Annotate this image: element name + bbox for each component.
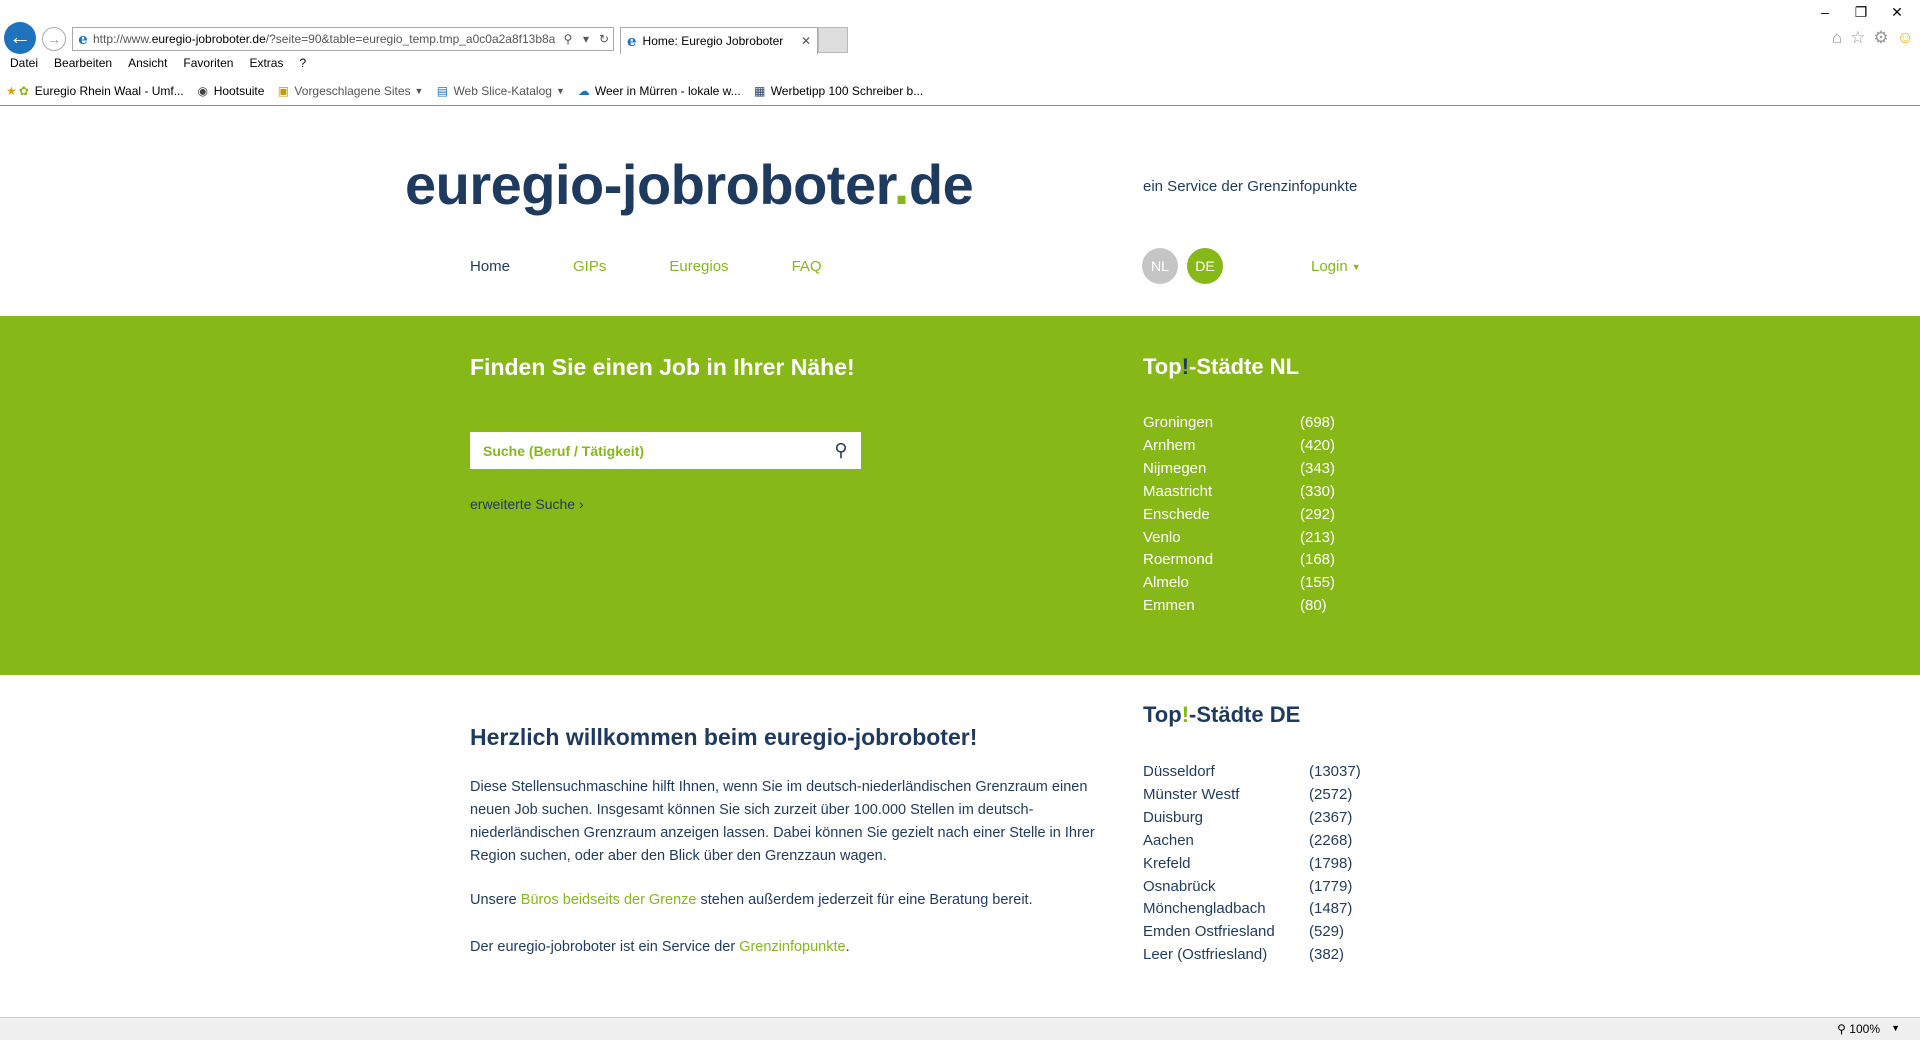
chevron-down-icon[interactable]: ▼ bbox=[1891, 1023, 1900, 1033]
city-row[interactable]: Arnhem (420) bbox=[1143, 435, 1335, 458]
nav-gips[interactable]: GIPs bbox=[573, 258, 606, 275]
new-tab-button[interactable] bbox=[818, 27, 848, 53]
city-row[interactable]: Osnabrück (1779) bbox=[1143, 876, 1361, 899]
address-url[interactable]: http://www.euregio-jobroboter.de/?seite=… bbox=[93, 32, 559, 46]
minimize-icon[interactable]: – bbox=[1810, 4, 1840, 20]
menu-extras[interactable]: Extras bbox=[249, 56, 283, 76]
city-row[interactable]: Mönchengladbach (1487) bbox=[1143, 898, 1361, 921]
site-tagline: ein Service der Grenzinfopunkte bbox=[1143, 178, 1358, 195]
menu-ansicht[interactable]: Ansicht bbox=[128, 56, 167, 76]
city-row[interactable]: Almelo (155) bbox=[1143, 572, 1335, 595]
tab-close-icon[interactable]: ✕ bbox=[801, 34, 817, 48]
fav-web-slice[interactable]: ▤ Web Slice-Katalog ▼ bbox=[435, 84, 565, 98]
lang-de-button[interactable]: DE bbox=[1187, 248, 1223, 284]
weather-icon: ☁ bbox=[577, 84, 590, 98]
home-icon[interactable]: ⌂ bbox=[1832, 28, 1842, 48]
zoom-icon: ⚲ bbox=[1837, 1022, 1850, 1036]
settings-gear-icon[interactable]: ⚙ bbox=[1873, 28, 1888, 48]
web-page: euregio-jobroboter.de ein Service der Gr… bbox=[0, 106, 1920, 1017]
favorites-star-icon[interactable]: ☆ bbox=[1850, 28, 1865, 48]
welcome-heading: Herzlich willkommen beim euregio-jobrobo… bbox=[470, 724, 978, 750]
main-nav: Home GIPs Euregios FAQ bbox=[470, 258, 885, 275]
intro-paragraph: Diese Stellensuchmaschine hilft Ihnen, w… bbox=[470, 779, 1095, 864]
offices-link[interactable]: Büros beidseits der Grenze bbox=[521, 892, 697, 908]
city-row[interactable]: Emden Ostfriesland (529) bbox=[1143, 921, 1361, 944]
forward-button[interactable]: → bbox=[42, 27, 66, 51]
city-row[interactable]: Venlo (213) bbox=[1143, 527, 1335, 550]
city-row[interactable]: Groningen (698) bbox=[1143, 412, 1335, 435]
city-row[interactable]: Roermond (168) bbox=[1143, 549, 1335, 572]
tab-title: Home: Euregio Jobroboter bbox=[642, 34, 784, 48]
tab-home[interactable]: e Home: Euregio Jobroboter ✕ bbox=[620, 27, 818, 54]
city-row[interactable]: Krefeld (1798) bbox=[1143, 853, 1361, 876]
back-button[interactable]: ← bbox=[4, 22, 36, 54]
status-bar: ⚲ 100% ▼ bbox=[0, 1017, 1920, 1040]
city-row[interactable]: Maastricht (330) bbox=[1143, 481, 1335, 504]
city-row[interactable]: Aachen (2268) bbox=[1143, 830, 1361, 853]
nav-faq[interactable]: FAQ bbox=[792, 258, 822, 275]
service-paragraph: Der euregio-jobroboter ist ein Service d… bbox=[470, 939, 850, 955]
top-cities-de-list: Düsseldorf (13037) Münster Westf (2572) Du… bbox=[1143, 761, 1361, 967]
feedback-smiley-icon[interactable]: ☺ bbox=[1897, 28, 1914, 48]
address-search-icon[interactable]: ⚲ bbox=[559, 32, 577, 46]
leaf-icon: ✿ bbox=[18, 84, 29, 98]
search-icon[interactable]: ⚲ bbox=[821, 440, 861, 461]
site-logo[interactable]: euregio-jobroboter.de bbox=[405, 152, 974, 217]
fav-suggested-sites[interactable]: ▣ Vorgeschlagene Sites ▼ bbox=[276, 84, 424, 98]
lang-nl-button[interactable]: NL bbox=[1142, 248, 1178, 284]
menu-bar: Datei Bearbeiten Ansicht Favoriten Extra… bbox=[0, 56, 322, 76]
login-dropdown[interactable]: Login ▼ bbox=[1311, 258, 1361, 275]
nav-euregios[interactable]: Euregios bbox=[669, 258, 728, 275]
web-slice-icon: ▤ bbox=[436, 84, 449, 98]
fav-euregio-rhein-waal[interactable]: ✿ Euregio Rhein Waal - Umf... bbox=[17, 84, 184, 98]
chevron-down-icon: ▼ bbox=[1351, 262, 1361, 273]
grenzinfopunkte-link[interactable]: Grenzinfopunkte bbox=[739, 939, 845, 955]
offices-paragraph: Unsere Büros beidseits der Grenze stehen… bbox=[470, 892, 1033, 908]
city-row[interactable]: Duisburg (2367) bbox=[1143, 807, 1361, 830]
fav-werbetipp[interactable]: ▦ Werbetipp 100 Schreiber b... bbox=[753, 84, 923, 98]
tab-ie-icon: e bbox=[627, 32, 637, 50]
fav-hootsuite[interactable]: ◉ Hootsuite bbox=[196, 84, 264, 98]
city-row[interactable]: Düsseldorf (13037) bbox=[1143, 761, 1361, 784]
hero-title: Finden Sie einen Job in Ihrer Nähe! bbox=[470, 354, 855, 380]
city-row[interactable]: Leer (Ostfriesland) (382) bbox=[1143, 944, 1361, 967]
menu-favoriten[interactable]: Favoriten bbox=[183, 56, 233, 76]
owl-icon: ◉ bbox=[197, 84, 208, 98]
city-row[interactable]: Nijmegen (343) bbox=[1143, 458, 1335, 481]
address-dropdown-icon[interactable]: ▾ bbox=[577, 32, 595, 46]
close-window-icon[interactable]: ✕ bbox=[1882, 4, 1912, 21]
chevron-down-icon: ▼ bbox=[555, 86, 565, 96]
browser-toolbar-icons: ⌂ ☆ ⚙ ☺ bbox=[1832, 28, 1914, 48]
werbetipp-icon: ▦ bbox=[754, 84, 766, 98]
menu-datei[interactable]: Datei bbox=[10, 56, 38, 76]
advanced-search-link[interactable]: erweiterte Suche › bbox=[470, 496, 584, 512]
favorites-bar: ★ ✿ Euregio Rhein Waal - Umf... ◉ Hootsu… bbox=[0, 80, 935, 102]
suggested-sites-icon: ▣ bbox=[277, 84, 290, 98]
ie-logo-icon: e bbox=[78, 30, 88, 48]
fav-weer-murren[interactable]: ☁ Weer in Mürren - lokale w... bbox=[577, 84, 741, 98]
add-favorite-star-icon[interactable]: ★ bbox=[6, 84, 17, 98]
menu-help[interactable]: ? bbox=[299, 56, 306, 76]
top-cities-de-title: Top!-Städte DE bbox=[1143, 702, 1301, 727]
restore-icon[interactable]: ❐ bbox=[1846, 4, 1876, 21]
nav-home[interactable]: Home bbox=[470, 258, 510, 275]
city-row[interactable]: Emmen (80) bbox=[1143, 595, 1335, 618]
job-search-input[interactable] bbox=[470, 432, 821, 469]
menu-bearbeiten[interactable]: Bearbeiten bbox=[54, 56, 112, 76]
top-cities-nl-title: Top!-Städte NL bbox=[1143, 354, 1300, 379]
chevron-down-icon: ▼ bbox=[414, 86, 424, 96]
top-cities-nl-list: Groningen (698) Arnhem (420) Nijmegen (343)… bbox=[1143, 412, 1335, 618]
city-row[interactable]: Enschede (292) bbox=[1143, 504, 1335, 527]
zoom-level[interactable]: ⚲ 100% bbox=[1837, 1022, 1880, 1036]
browser-chrome: ← → e http://www.euregio-jobroboter.de/?… bbox=[0, 0, 1920, 106]
refresh-icon[interactable]: ↻ bbox=[595, 32, 613, 46]
address-bar[interactable]: e http://www.euregio-jobroboter.de/?seit… bbox=[72, 27, 614, 51]
city-row[interactable]: Münster Westf (2572) bbox=[1143, 784, 1361, 807]
hero-section: Finden Sie einen Job in Ihrer Nähe! ⚲ er… bbox=[0, 316, 1920, 675]
job-search-box: ⚲ bbox=[470, 432, 861, 469]
